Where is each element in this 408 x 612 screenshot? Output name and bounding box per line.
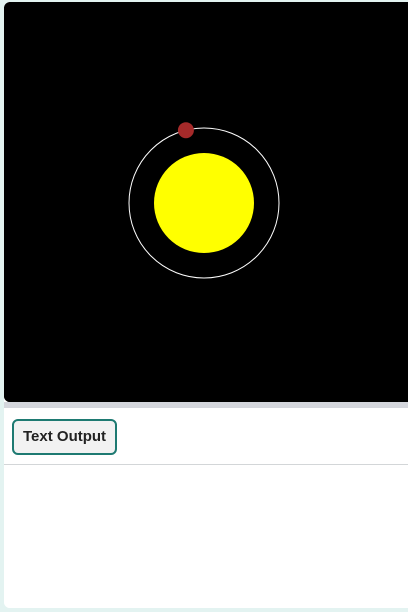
simulation-svg — [4, 2, 408, 402]
text-output-tab[interactable]: Text Output — [12, 419, 118, 455]
app-window: Text Output — [4, 2, 408, 608]
output-toolbar: Text Output — [4, 408, 408, 465]
planet — [177, 122, 194, 139]
sun — [154, 153, 254, 253]
simulation-canvas[interactable] — [4, 2, 408, 402]
text-output-area[interactable] — [4, 465, 408, 608]
